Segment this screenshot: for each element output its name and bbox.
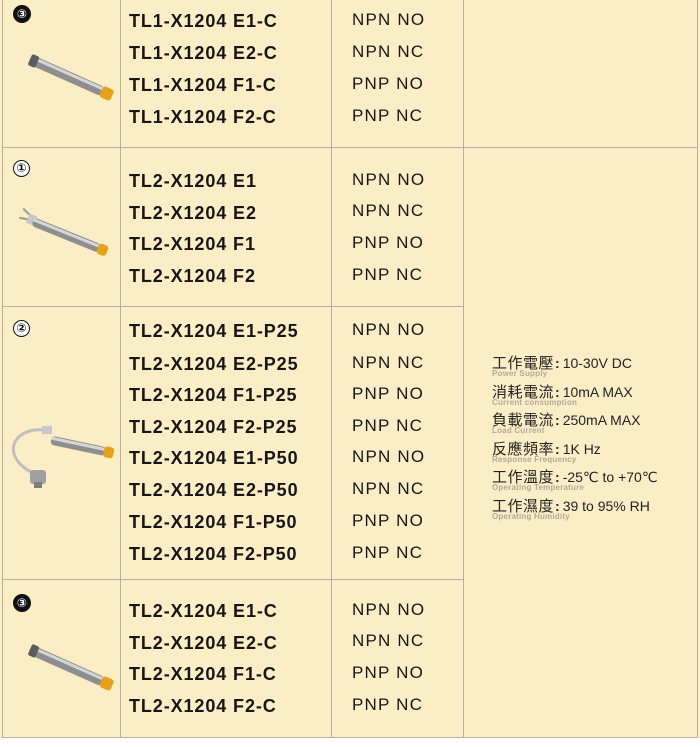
model-number: TL2-X1204 E2-C: [129, 633, 278, 653]
model-number: TL2-X1204 E1-P25: [129, 321, 299, 341]
section-marker: ②: [13, 320, 30, 337]
output-type: NPN NO: [352, 447, 426, 466]
grid-line: [2, 579, 464, 580]
spec-value: 39 to 95% RH: [562, 498, 650, 514]
sensor-image: [11, 426, 115, 488]
model-number: TL1-X1204 E1-C: [129, 11, 278, 31]
section-marker: ③: [13, 5, 31, 23]
model-number: TL2-X1204 E1: [129, 171, 257, 191]
output-type: NPN NC: [352, 353, 425, 372]
output-type: PNP NO: [352, 384, 425, 403]
output-type: PNP NC: [352, 265, 424, 284]
spec-value: 10-30V DC: [562, 355, 632, 371]
output-type: NPN NC: [352, 631, 425, 650]
grid-line: [2, 0, 3, 738]
sensor-image: [19, 207, 109, 256]
grid-line: [2, 737, 698, 738]
model-number: TL1-X1204 E2-C: [129, 43, 278, 63]
model-number: TL2-X1204 E2-P50: [129, 480, 299, 500]
spec-sublabel: Current consumption: [492, 398, 578, 407]
spec-sublabel: Response Frequency: [492, 455, 577, 464]
spec-response-frequency: 反應頻率: 1K Hz Response Frequency: [492, 440, 601, 464]
model-number: TL2-X1204 F1-C: [129, 664, 277, 684]
grid-line: [120, 0, 121, 738]
model-number: TL2-X1204 E2: [129, 203, 257, 223]
output-type: NPN NC: [352, 201, 425, 220]
model-number: TL2-X1204 E2-P25: [129, 354, 299, 374]
spec-table: ③ TL1-X1204 E1-C TL1-X1204 E2-C TL1-X120…: [0, 0, 700, 738]
output-type: PNP NC: [352, 543, 424, 562]
section-marker: ①: [13, 160, 30, 177]
model-number: TL2-X1204 E1-C: [129, 601, 278, 621]
output-type: NPN NO: [352, 600, 426, 619]
model-number: TL2-X1204 F1-P25: [129, 385, 298, 405]
grid-line: [463, 0, 464, 738]
output-type: PNP NO: [352, 511, 425, 530]
model-number: TL2-X1204 E1-P50: [129, 448, 299, 468]
grid-line: [697, 0, 698, 738]
model-number: TL2-X1204 F2-P25: [129, 417, 298, 437]
grid-line: [2, 147, 698, 148]
spec-value: 250mA MAX: [562, 412, 641, 428]
output-type: NPN NC: [352, 42, 425, 61]
output-type: PNP NO: [352, 74, 425, 93]
spec-current-consumption: 消耗電流: 10mA MAX Current consumption: [492, 383, 633, 407]
section-marker: ③: [13, 594, 31, 612]
output-type: NPN NO: [352, 10, 426, 29]
spec-sublabel: Load Current: [492, 426, 545, 435]
model-number: TL2-X1204 F2-C: [129, 696, 277, 716]
spec-sublabel: Operating Temperature: [492, 483, 585, 492]
output-type: PNP NC: [352, 416, 424, 435]
spec-load-current: 負載電流: 250mA MAX Load Current: [492, 411, 641, 435]
spec-sublabel: Power Supply: [492, 369, 548, 378]
model-number: TL2-X1204 F1: [129, 234, 256, 254]
sensor-image: [28, 54, 114, 101]
output-type: PNP NC: [352, 106, 424, 125]
output-type: NPN NC: [352, 479, 425, 498]
output-type: PNP NO: [352, 663, 425, 682]
model-number: TL1-X1204 F2-C: [129, 107, 277, 127]
model-number: TL1-X1204 F1-C: [129, 75, 277, 95]
output-type: NPN NO: [352, 170, 426, 189]
sensor-image: [28, 644, 114, 691]
model-number: TL2-X1204 F2: [129, 266, 256, 286]
model-number: TL2-X1204 F2-P50: [129, 544, 298, 564]
grid-line: [2, 306, 464, 307]
output-type: NPN NO: [352, 320, 426, 339]
spec-operating-humidity: 工作濕度: 39 to 95% RH Operating Humidity: [492, 497, 650, 521]
output-type: PNP NO: [352, 233, 425, 252]
spec-power-supply: 工作電壓: 10-30V DC Power Supply: [492, 354, 632, 378]
spec-operating-temperature: 工作溫度: -25℃ to +70℃ Operating Temperature: [492, 468, 658, 492]
spec-sublabel: Operating Humidity: [492, 512, 570, 521]
output-type: PNP NC: [352, 695, 424, 714]
model-number: TL2-X1204 F1-P50: [129, 512, 298, 532]
grid-line: [331, 0, 332, 738]
